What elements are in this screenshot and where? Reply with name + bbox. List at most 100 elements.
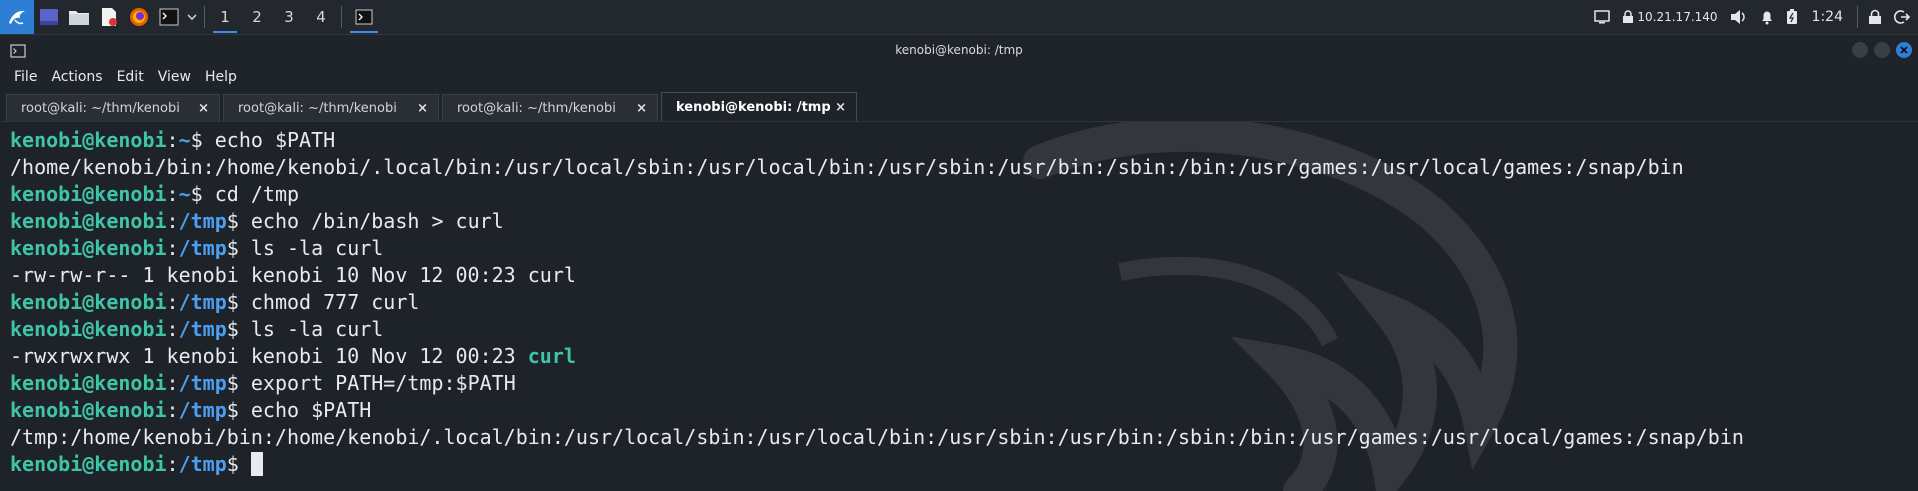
workspace-4[interactable]: 4	[305, 0, 337, 34]
tab-close-icon[interactable]: ×	[636, 101, 647, 116]
output-text: -rwxrwxrwx 1 kenobi kenobi 10 Nov 12 00:…	[10, 344, 528, 368]
close-window-button[interactable]	[1896, 42, 1912, 58]
prompt-user-host: kenobi@kenobi	[10, 452, 167, 476]
menubar: File Actions Edit View Help	[0, 65, 1918, 89]
prompt-colon: :	[166, 290, 179, 314]
terminal-window-icon[interactable]	[10, 43, 26, 62]
prompt-path: /tmp	[178, 236, 227, 260]
window-titlebar[interactable]: kenobi@kenobi: /tmp	[0, 35, 1918, 65]
tab-close-icon[interactable]: ×	[198, 101, 209, 116]
terminal-output-line: -rw-rw-r-- 1 kenobi kenobi 10 Nov 12 00:…	[10, 262, 1744, 289]
output-text: /tmp:/home/kenobi/bin:/home/kenobi/.loca…	[10, 425, 1744, 449]
prompt-symbol: $	[226, 317, 251, 341]
command-text: cd /tmp	[214, 182, 300, 206]
menu-actions[interactable]: Actions	[51, 69, 102, 85]
prompt-colon: :	[166, 236, 179, 260]
notifications-bell-icon[interactable]	[1754, 0, 1780, 34]
terminal-prompt-line: kenobi@kenobi:/tmp$ export PATH=/tmp:$PA…	[10, 370, 1744, 397]
output-text: -rw-rw-r-- 1 kenobi kenobi 10 Nov 12 00:…	[10, 263, 576, 287]
prompt-user-host: kenobi@kenobi	[10, 371, 167, 395]
prompt-path: /tmp	[178, 371, 227, 395]
minimize-button[interactable]	[1852, 42, 1868, 58]
prompt-user-host: kenobi@kenobi	[10, 398, 167, 422]
prompt-symbol: $	[226, 398, 251, 422]
command-text: ls -la curl	[250, 317, 384, 341]
terminal-output-line: /tmp:/home/kenobi/bin:/home/kenobi/.loca…	[10, 424, 1744, 451]
prompt-path: /tmp	[178, 209, 227, 233]
terminal-prompt-line: kenobi@kenobi:/tmp$ echo /bin/bash > cur…	[10, 208, 1744, 235]
window-title: kenobi@kenobi: /tmp	[895, 43, 1023, 57]
panel-separator	[204, 6, 205, 28]
tab-root-kali-1[interactable]: root@kali: ~/thm/kenobi ×	[6, 94, 220, 121]
prompt-path: /tmp	[178, 398, 227, 422]
prompt-symbol: $	[226, 452, 251, 476]
screen-icon[interactable]	[1588, 0, 1616, 34]
prompt-user-host: kenobi@kenobi	[10, 209, 167, 233]
file-manager-icon[interactable]	[64, 0, 94, 34]
terminal-prompt-line: kenobi@kenobi:/tmp$ echo $PATH	[10, 397, 1744, 424]
prompt-symbol: $	[226, 290, 251, 314]
command-text: echo /bin/bash > curl	[250, 209, 504, 233]
executable-filename: curl	[527, 344, 576, 368]
prompt-user-host: kenobi@kenobi	[10, 236, 167, 260]
terminal-output-line: -rwxrwxrwx 1 kenobi kenobi 10 Nov 12 00:…	[10, 343, 1744, 370]
tab-close-icon[interactable]: ×	[835, 100, 846, 115]
terminal-output: kenobi@kenobi:~$ echo $PATH/home/kenobi/…	[10, 127, 1744, 478]
lock-screen-icon[interactable]	[1862, 0, 1888, 34]
volume-icon[interactable]	[1724, 0, 1754, 34]
chevron-down-icon[interactable]	[184, 0, 200, 34]
tab-close-icon[interactable]: ×	[417, 101, 428, 116]
terminal-area[interactable]: kenobi@kenobi:~$ echo $PATH/home/kenobi/…	[0, 122, 1918, 491]
terminal-prompt-line: kenobi@kenobi:/tmp$ ls -la curl	[10, 316, 1744, 343]
tab-root-kali-3[interactable]: root@kali: ~/thm/kenobi ×	[442, 94, 658, 121]
prompt-path: ~	[178, 128, 191, 152]
maximize-button[interactable]	[1874, 42, 1890, 58]
terminal-prompt-line: kenobi@kenobi:~$ echo $PATH	[10, 127, 1744, 154]
prompt-user-host: kenobi@kenobi	[10, 182, 167, 206]
prompt-colon: :	[166, 182, 179, 206]
ip-address: 10.21.17.140	[1637, 10, 1718, 24]
command-text: echo $PATH	[250, 398, 372, 422]
prompt-user-host: kenobi@kenobi	[10, 317, 167, 341]
text-editor-icon[interactable]	[94, 0, 124, 34]
terminal-prompt-line: kenobi@kenobi:/tmp$	[10, 451, 1744, 478]
terminal-prompt-line: kenobi@kenobi:/tmp$ ls -la curl	[10, 235, 1744, 262]
panel-separator	[341, 6, 342, 28]
menu-file[interactable]: File	[14, 69, 37, 85]
prompt-symbol: $	[190, 182, 215, 206]
prompt-colon: :	[166, 317, 179, 341]
workspace-2[interactable]: 2	[241, 0, 273, 34]
tab-label: root@kali: ~/thm/kenobi	[21, 100, 180, 116]
prompt-colon: :	[166, 209, 179, 233]
taskbar-terminal-window[interactable]	[346, 0, 382, 34]
firefox-icon[interactable]	[124, 0, 154, 34]
text-cursor	[250, 452, 263, 476]
command-text: echo $PATH	[214, 128, 336, 152]
tab-root-kali-2[interactable]: root@kali: ~/thm/kenobi ×	[223, 94, 439, 121]
prompt-symbol: $	[190, 128, 215, 152]
workspace-1[interactable]: 1	[209, 0, 241, 34]
menu-edit[interactable]: Edit	[117, 69, 144, 85]
terminal-output-line: /home/kenobi/bin:/home/kenobi/.local/bin…	[10, 154, 1744, 181]
battery-icon[interactable]	[1780, 0, 1804, 34]
terminal-launcher-icon[interactable]	[154, 0, 184, 34]
kali-menu-icon[interactable]	[0, 0, 34, 34]
tab-label: root@kali: ~/thm/kenobi	[457, 100, 616, 116]
tab-label: root@kali: ~/thm/kenobi	[238, 100, 397, 116]
prompt-user-host: kenobi@kenobi	[10, 128, 167, 152]
prompt-symbol: $	[226, 236, 251, 260]
clock[interactable]: 1:24	[1804, 9, 1853, 25]
menu-view[interactable]: View	[158, 69, 191, 85]
command-text: chmod 777 curl	[250, 290, 420, 314]
tab-label: kenobi@kenobi: /tmp	[676, 99, 831, 115]
prompt-colon: :	[166, 128, 179, 152]
prompt-user-host: kenobi@kenobi	[10, 290, 167, 314]
workspace-3[interactable]: 3	[273, 0, 305, 34]
menu-help[interactable]: Help	[205, 69, 237, 85]
logout-icon[interactable]	[1888, 0, 1918, 34]
tab-kenobi-tmp[interactable]: kenobi@kenobi: /tmp ×	[661, 92, 857, 121]
show-desktop-icon[interactable]	[34, 0, 64, 34]
prompt-path: /tmp	[178, 290, 227, 314]
prompt-colon: :	[166, 398, 179, 422]
prompt-path: /tmp	[178, 317, 227, 341]
